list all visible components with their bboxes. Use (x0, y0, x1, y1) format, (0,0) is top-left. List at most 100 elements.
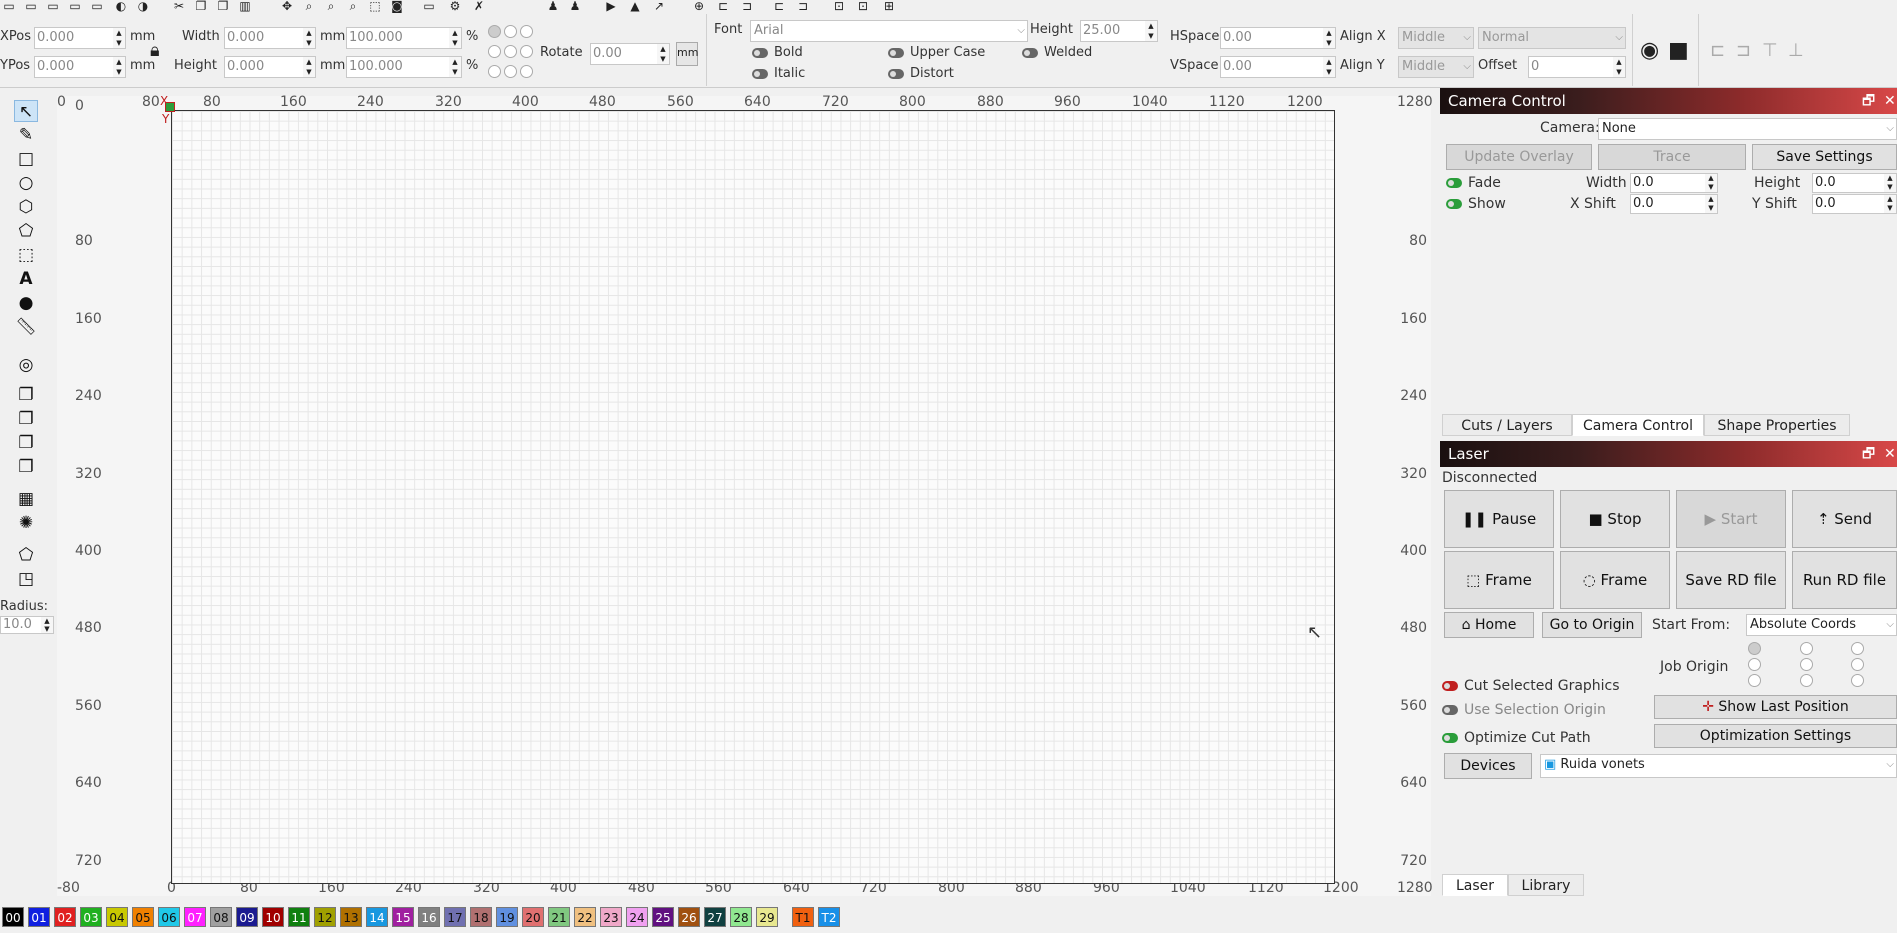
layer-color-swatch[interactable]: 01 (28, 907, 50, 927)
anchor-radio[interactable] (488, 45, 501, 58)
show-toggle[interactable] (1446, 199, 1462, 209)
use-selection-origin-toggle[interactable] (1442, 705, 1458, 715)
layer-color-swatch[interactable]: 11 (288, 907, 310, 927)
align-center-icon[interactable]: ⊐ (1736, 40, 1751, 61)
save-settings-button[interactable]: Save Settings (1752, 144, 1897, 170)
layer-color-swatch[interactable]: 24 (626, 907, 648, 927)
anchor-radio[interactable] (504, 25, 517, 38)
layer-color-swatch[interactable]: 08 (210, 907, 232, 927)
offset-input[interactable]: 0 ▲ ▼ (1528, 56, 1626, 78)
select-arrow-icon[interactable]: ↖ (14, 100, 38, 122)
spin-arrows-icon[interactable]: ▲ ▼ (303, 28, 315, 48)
lock-icon[interactable]: 🔒︎ (150, 40, 160, 61)
tab-cuts-layers[interactable]: Cuts / Layers (1442, 414, 1572, 436)
layer-color-swatch[interactable]: 12 (314, 907, 336, 927)
upper-case-toggle[interactable] (888, 48, 904, 58)
italic-toggle[interactable] (752, 69, 768, 79)
arrange-icon[interactable]: ⊞ (880, 0, 898, 12)
layer-color-swatch[interactable]: 14 (366, 907, 388, 927)
fade-toggle[interactable] (1446, 178, 1462, 188)
spin-arrows-icon[interactable]: ▲ ▼ (303, 57, 315, 77)
spin-arrows-icon[interactable]: ▲ ▼ (1705, 195, 1717, 213)
tab-library[interactable]: Library (1508, 874, 1584, 896)
spin-arrows-icon[interactable]: ▲ ▼ (657, 44, 669, 64)
monitor-icon[interactable]: ▭ (420, 0, 438, 12)
distribute-v-icon[interactable]: ⊐ (794, 0, 812, 12)
rectangle-icon[interactable]: □ (14, 148, 38, 170)
anchor-radio[interactable] (488, 25, 501, 38)
anchor-radio[interactable] (520, 25, 533, 38)
offset-shape-icon[interactable]: ◎ (14, 354, 38, 376)
yshift-input[interactable]: 0.0 ▲ ▼ (1812, 194, 1897, 214)
undo-icon[interactable]: ◐ (112, 0, 130, 12)
layer-color-swatch[interactable]: 25 (652, 907, 674, 927)
corner-round-icon[interactable]: ◳ (14, 568, 38, 590)
job-origin-radio[interactable] (1800, 658, 1813, 671)
layer-color-swatch[interactable]: 00 (2, 907, 24, 927)
frame-rect-button[interactable]: ⬚ Frame (1444, 551, 1554, 609)
spin-arrows-icon[interactable]: ▲ ▼ (41, 617, 53, 633)
layer-color-swatch[interactable]: 29 (756, 907, 778, 927)
float-panel-icon[interactable]: 🗗︎ (1862, 88, 1875, 114)
layer-color-swatch[interactable]: 09 (236, 907, 258, 927)
layer-color-swatch[interactable]: 06 (158, 907, 180, 927)
spin-arrows-icon[interactable]: ▲ ▼ (1145, 21, 1157, 41)
job-origin-radio[interactable] (1748, 658, 1761, 671)
device-select[interactable]: ▣ Ruida vonets ⌵ (1540, 754, 1897, 778)
height-input[interactable]: 0.000 ▲ ▼ (224, 56, 316, 78)
spin-arrows-icon[interactable]: ▲ ▼ (1323, 57, 1335, 77)
job-origin-radio[interactable] (1800, 674, 1813, 687)
camera-overlay-icon[interactable]: ◉ (1640, 38, 1659, 63)
layer-color-swatch[interactable]: 20 (522, 907, 544, 927)
layer-color-swatch[interactable]: 28 (730, 907, 752, 927)
spin-arrows-icon[interactable]: ▲ ▼ (1613, 57, 1625, 77)
spin-arrows-icon[interactable]: ▲ ▼ (113, 57, 125, 77)
align-top-icon[interactable]: ⊤ (1762, 40, 1778, 61)
vspace-input[interactable]: 0.00 ▲ ▼ (1220, 56, 1336, 78)
copy-icon[interactable]: ❐ (192, 0, 210, 12)
flip-h-icon[interactable]: ▶ (602, 0, 620, 12)
frame-circle-button[interactable]: ◌ Frame (1560, 551, 1670, 609)
layer-color-swatch[interactable]: 26 (678, 907, 700, 927)
spin-arrows-icon[interactable]: ▲ ▼ (449, 28, 461, 48)
users-icon[interactable]: ♟ (544, 0, 562, 12)
new-file-icon[interactable]: ▭ (0, 0, 18, 12)
hspace-input[interactable]: 0.00 ▲ ▼ (1220, 27, 1336, 49)
run-rd-file-button[interactable]: Run RD file (1792, 551, 1897, 609)
spin-arrows-icon[interactable]: ▲ ▼ (1323, 28, 1335, 48)
boolean-subtract-icon[interactable]: ❐ (14, 432, 38, 454)
job-origin-radio[interactable] (1851, 674, 1864, 687)
spin-arrows-icon[interactable]: ▲ ▼ (1884, 195, 1896, 213)
layer-color-swatch[interactable]: 22 (574, 907, 596, 927)
send-button[interactable]: ⇡ Send (1792, 490, 1897, 548)
ungroup-icon[interactable]: ⊡ (854, 0, 872, 12)
cam-height-input[interactable]: 0.0 ▲ ▼ (1812, 173, 1897, 193)
job-origin-radio[interactable] (1851, 658, 1864, 671)
ypos-input[interactable]: 0.000 ▲ ▼ (34, 56, 126, 78)
go-to-origin-button[interactable]: Go to Origin (1542, 612, 1642, 638)
layer-color-swatch[interactable]: 18 (470, 907, 492, 927)
grid-array-icon[interactable]: ▦ (14, 488, 38, 510)
layer-color-swatch[interactable]: 16 (418, 907, 440, 927)
anchor-radio[interactable] (488, 65, 501, 78)
zoom-fit-icon[interactable]: ⌕ (344, 0, 362, 12)
camera-capture-icon[interactable]: ◙ (388, 0, 406, 12)
font-select[interactable]: Arial ⌵ (750, 20, 1028, 42)
job-origin-radio[interactable] (1748, 674, 1761, 687)
normal-select[interactable]: Normal ⌵ (1478, 27, 1626, 49)
import-icon[interactable]: ▭ (66, 0, 84, 12)
anchor-radio[interactable] (520, 45, 533, 58)
layer-color-swatch[interactable]: 19 (496, 907, 518, 927)
close-icon[interactable]: ✕ (1884, 441, 1896, 467)
scale-height-input[interactable]: 100.000 ▲ ▼ (346, 56, 462, 78)
layer-color-swatch[interactable]: T1 (792, 907, 814, 927)
paste-icon[interactable]: ❐ (214, 0, 232, 12)
node-edit-icon[interactable]: ⬠ (14, 544, 38, 566)
pen-icon[interactable]: ✎ (14, 124, 38, 146)
width-input[interactable]: 0.000 ▲ ▼ (224, 27, 316, 49)
tab-laser[interactable]: Laser (1442, 874, 1508, 896)
circular-array-icon[interactable]: ✺ (14, 512, 38, 534)
design-canvas[interactable]: 0 80 X 80 160 240 320 400 480 560 640 720 800 880 960 1… (57, 94, 1433, 933)
layer-color-swatch[interactable]: 21 (548, 907, 570, 927)
target-icon[interactable]: ⊕ (690, 0, 708, 12)
